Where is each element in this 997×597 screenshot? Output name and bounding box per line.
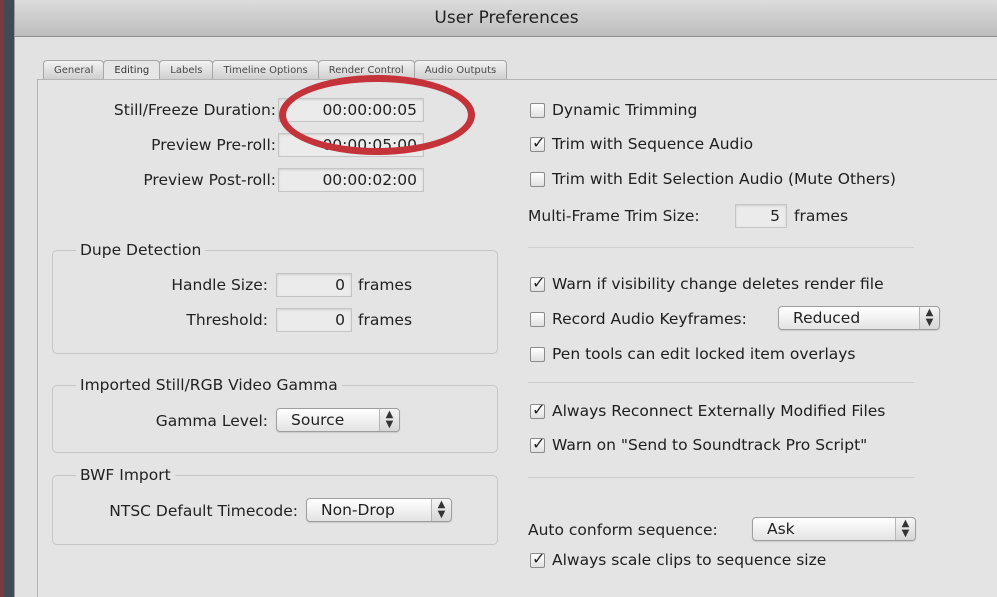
record-audio-checkbox[interactable] [530, 311, 545, 327]
handle-size-label: Handle Size: [171, 276, 268, 294]
preferences-window: User Preferences General Editing Labels … [14, 0, 997, 597]
warn-soundtrack-row[interactable]: ✓ Warn on "Send to Soundtrack Pro Script… [530, 434, 868, 454]
always-reconnect-row[interactable]: ✓ Always Reconnect Externally Modified F… [530, 400, 886, 420]
trim-seq-audio-label: Trim with Sequence Audio [552, 135, 754, 153]
preview-postroll-label: Preview Post-roll: [143, 171, 276, 189]
record-audio-row[interactable]: Record Audio Keyframes: [530, 310, 747, 328]
gamma-level-popup[interactable]: Source ▲ ▼ [276, 408, 400, 432]
ntsc-timecode-value: Non-Drop [321, 501, 395, 519]
gamma-level-value: Source [291, 411, 345, 429]
threshold-field[interactable]: 0 [276, 308, 352, 332]
warn-soundtrack-checkbox[interactable]: ✓ [530, 434, 545, 453]
checkmark-icon: ✓ [532, 272, 546, 292]
pen-tools-row[interactable]: Pen tools can edit locked item overlays [530, 345, 856, 363]
separator [528, 382, 914, 383]
always-scale-checkbox[interactable]: ✓ [530, 549, 545, 568]
checkmark-icon: ✓ [532, 433, 546, 453]
trim-edit-selection-label: Trim with Edit Selection Audio (Mute Oth… [552, 170, 896, 188]
record-audio-label: Record Audio Keyframes: [552, 310, 747, 328]
always-scale-label: Always scale clips to sequence size [552, 551, 827, 569]
preview-preroll-field[interactable]: 00:00:05:00 [278, 133, 424, 157]
always-reconnect-checkbox[interactable]: ✓ [530, 400, 545, 419]
tab-labels[interactable]: Labels [159, 60, 214, 79]
warn-visibility-row[interactable]: ✓ Warn if visibility change deletes rend… [530, 273, 884, 293]
auto-conform-popup[interactable]: Ask ▲ ▼ [752, 517, 916, 541]
preview-preroll-label: Preview Pre-roll: [151, 136, 276, 154]
editing-pane: Still/Freeze Duration: 00:00:00:05 Previ… [37, 79, 997, 597]
separator [528, 247, 914, 248]
popup-arrows-icon: ▲ ▼ [895, 518, 915, 540]
auto-conform-label: Auto conform sequence: [528, 521, 718, 539]
popup-arrows-icon: ▲ ▼ [919, 307, 939, 329]
bwf-import-title: BWF Import [76, 466, 175, 484]
background-strip [0, 0, 14, 597]
dupe-detection-group [52, 250, 498, 354]
warn-visibility-checkbox[interactable]: ✓ [530, 273, 545, 292]
dynamic-trimming-row[interactable]: Dynamic Trimming [530, 101, 697, 119]
warn-soundtrack-label: Warn on "Send to Soundtrack Pro Script" [552, 436, 868, 454]
still-freeze-field[interactable]: 00:00:00:05 [278, 98, 424, 122]
tab-audio-outputs[interactable]: Audio Outputs [413, 60, 508, 79]
preview-postroll-field[interactable]: 00:00:02:00 [278, 168, 424, 192]
trim-seq-audio-row[interactable]: ✓ Trim with Sequence Audio [530, 133, 754, 153]
auto-conform-value: Ask [767, 520, 795, 538]
tab-timeline-options[interactable]: Timeline Options [212, 60, 319, 79]
always-reconnect-label: Always Reconnect Externally Modified Fil… [552, 402, 886, 420]
window-title: User Preferences [15, 0, 997, 37]
separator [528, 477, 914, 478]
threshold-unit: frames [358, 311, 413, 329]
dupe-detection-title: Dupe Detection [76, 241, 206, 259]
still-freeze-label: Still/Freeze Duration: [113, 101, 276, 119]
handle-size-unit: frames [358, 276, 413, 294]
tab-editing[interactable]: Editing [103, 60, 161, 79]
pen-tools-checkbox[interactable] [530, 346, 545, 362]
checkmark-icon: ✓ [532, 399, 546, 419]
ntsc-timecode-popup[interactable]: Non-Drop ▲ ▼ [306, 498, 452, 522]
pen-tools-label: Pen tools can edit locked item overlays [552, 345, 856, 363]
checkmark-icon: ✓ [532, 548, 546, 568]
multi-frame-label: Multi-Frame Trim Size: [528, 207, 700, 225]
handle-size-field[interactable]: 0 [276, 273, 352, 297]
warn-visibility-label: Warn if visibility change deletes render… [552, 275, 884, 293]
tab-bar: General Editing Labels Timeline Options … [43, 60, 508, 80]
trim-seq-audio-checkbox[interactable]: ✓ [530, 133, 545, 152]
popup-arrows-icon: ▲ ▼ [431, 499, 451, 521]
dynamic-trimming-label: Dynamic Trimming [552, 101, 698, 119]
dynamic-trimming-checkbox[interactable] [530, 102, 545, 118]
always-scale-row[interactable]: ✓ Always scale clips to sequence size [530, 549, 827, 569]
threshold-label: Threshold: [186, 311, 268, 329]
ntsc-timecode-label: NTSC Default Timecode: [109, 502, 298, 520]
tab-general[interactable]: General [43, 60, 105, 79]
checkmark-icon: ✓ [532, 132, 546, 152]
tab-render-control[interactable]: Render Control [317, 60, 415, 79]
record-audio-popup[interactable]: Reduced ▲ ▼ [778, 306, 940, 330]
record-audio-value: Reduced [793, 309, 861, 327]
trim-edit-selection-checkbox[interactable] [530, 171, 545, 187]
trim-edit-selection-row[interactable]: Trim with Edit Selection Audio (Mute Oth… [530, 170, 896, 188]
gamma-level-label: Gamma Level: [155, 412, 268, 430]
multi-frame-field[interactable]: 5 [735, 204, 787, 228]
gamma-title: Imported Still/RGB Video Gamma [76, 376, 342, 394]
popup-arrows-icon: ▲ ▼ [379, 409, 399, 431]
multi-frame-unit: frames [794, 207, 849, 225]
